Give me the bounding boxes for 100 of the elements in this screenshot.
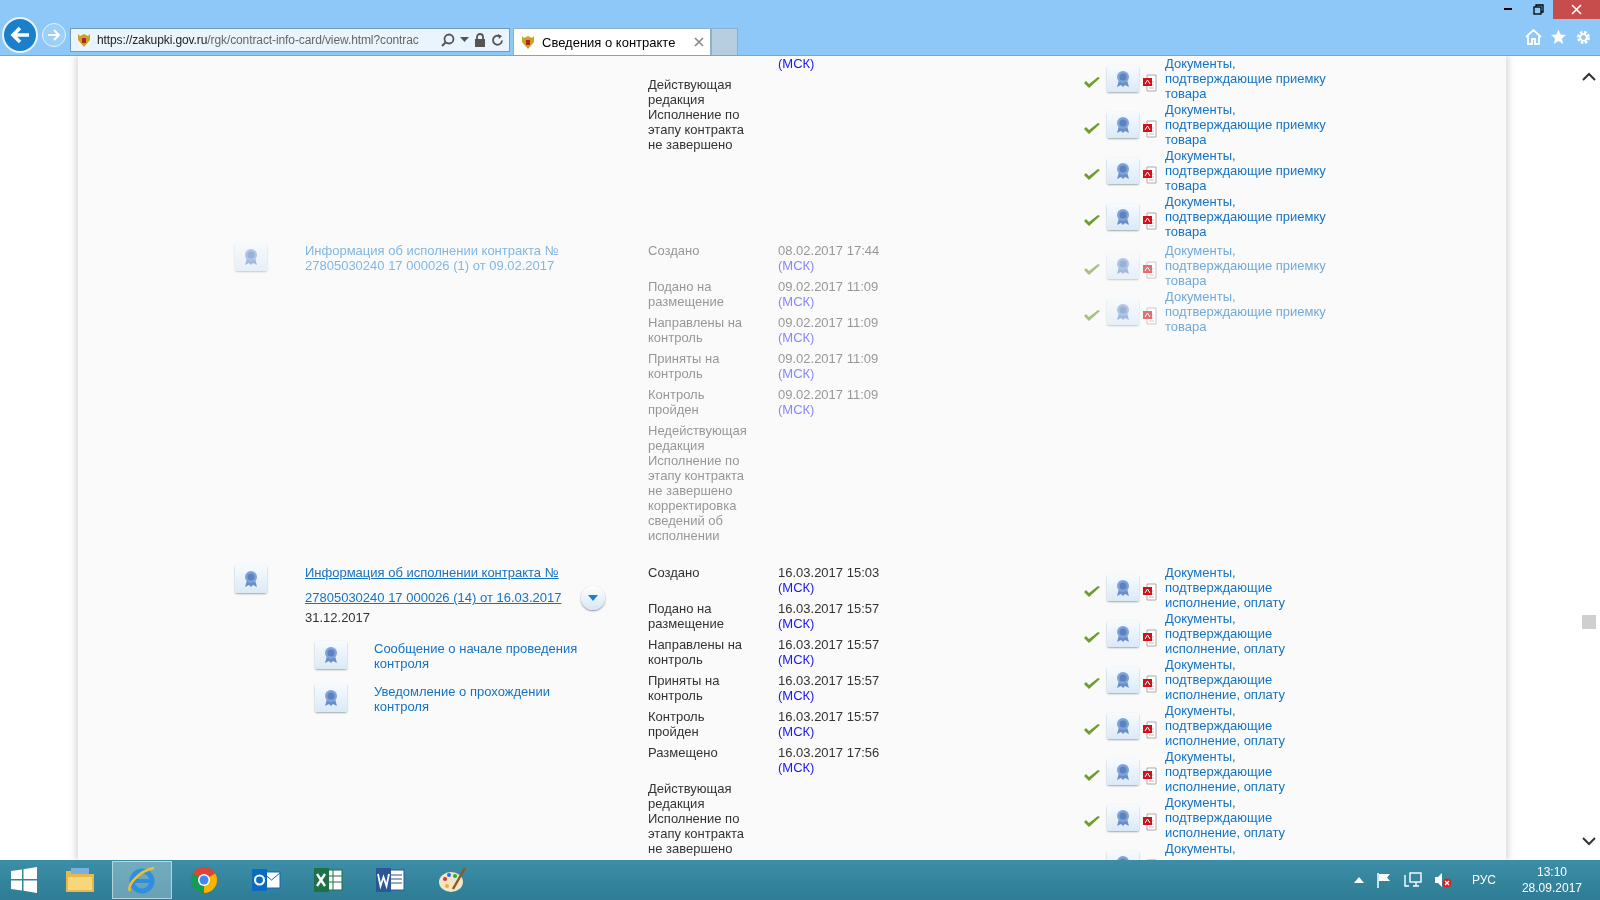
scroll-down-icon[interactable] xyxy=(1582,837,1596,846)
pdf-file-icon[interactable] xyxy=(1143,259,1159,279)
language-indicator[interactable]: РУС xyxy=(1471,873,1496,887)
muted-speaker-icon[interactable] xyxy=(1433,872,1452,888)
network-icon[interactable] xyxy=(1403,872,1422,888)
caret-icon[interactable] xyxy=(460,37,469,43)
document-link[interactable]: Документы, подтверждающие исполнение, оплату xyxy=(1165,749,1330,794)
document-link[interactable]: Документы, подтверждающие исполнение, оплату xyxy=(1165,565,1330,610)
timezone-label: (МСК) xyxy=(778,402,815,417)
close-button[interactable] xyxy=(1553,0,1600,19)
document-link[interactable]: Документы, подтверждающие приемку товара xyxy=(1165,194,1330,239)
certificate-button[interactable] xyxy=(1107,299,1139,325)
document-link[interactable]: Документы, подтверждающие исполнение, оплату xyxy=(1165,703,1330,748)
lock-icon xyxy=(474,33,486,47)
document-link[interactable]: Сообщение о начале проведения контроля xyxy=(374,641,589,671)
status-label: Контроль пройден xyxy=(648,387,706,417)
minimize-icon xyxy=(1504,8,1512,10)
scroll-up-icon[interactable] xyxy=(1582,72,1596,81)
certificate-button[interactable] xyxy=(1107,759,1139,785)
status-date: 16.03.2017 17:56 xyxy=(778,745,880,760)
close-icon[interactable] xyxy=(694,37,704,47)
document-app-icon xyxy=(375,866,405,894)
timezone-label: (МСК) xyxy=(778,580,815,595)
rosette-icon xyxy=(1115,579,1131,597)
certificate-button[interactable] xyxy=(315,684,347,712)
search-icon[interactable] xyxy=(441,33,455,47)
tray-expand-icon[interactable] xyxy=(1353,877,1364,883)
timezone-label: (МСК) xyxy=(778,652,815,667)
rosette-icon xyxy=(1115,70,1131,88)
flag-icon[interactable] xyxy=(1375,872,1392,888)
back-button[interactable] xyxy=(2,17,38,53)
pdf-file-icon[interactable] xyxy=(1143,765,1159,785)
rosette-icon xyxy=(1115,303,1131,321)
certificate-button[interactable] xyxy=(235,243,267,271)
document-link[interactable]: Документы, подтверждающие приемку товара xyxy=(1165,102,1330,147)
clock[interactable]: 13:10 28.09.2017 xyxy=(1521,864,1582,896)
emblem-icon xyxy=(76,32,92,48)
pdf-file-icon[interactable] xyxy=(1143,118,1159,138)
checkmark-icon xyxy=(1083,815,1101,829)
browser-tab[interactable]: Сведения о контракте xyxy=(513,28,711,55)
document-link[interactable]: Документы, подтверждающие исполнение, оплату xyxy=(1165,795,1330,840)
close-icon xyxy=(1571,3,1582,15)
document-link[interactable]: Документы, подтверждающие исполнение, оплату xyxy=(1165,657,1330,702)
status-label: Направлены на контроль xyxy=(648,315,744,345)
certificate-button[interactable] xyxy=(1107,204,1139,230)
rosette-icon xyxy=(1115,162,1131,180)
certificate-button[interactable] xyxy=(1107,253,1139,279)
pdf-file-icon[interactable] xyxy=(1143,719,1159,739)
rosette-icon xyxy=(323,646,339,664)
document-link[interactable]: Документы, подтверждающие приемку товара xyxy=(1165,243,1330,288)
rosette-icon xyxy=(1115,763,1131,781)
rosette-icon xyxy=(1115,116,1131,134)
rosette-icon xyxy=(1115,809,1131,827)
timezone-label: (МСК) xyxy=(778,724,815,739)
checkmark-icon xyxy=(1083,214,1101,228)
document-link[interactable]: Документы, подтверждающие приемку товара xyxy=(1165,289,1330,334)
document-link[interactable]: Документы, подтверждающие приемку товара xyxy=(1165,56,1330,101)
checkmark-icon xyxy=(1083,631,1101,645)
certificate-button[interactable] xyxy=(235,565,267,593)
pdf-file-icon[interactable] xyxy=(1143,210,1159,230)
pdf-file-icon[interactable] xyxy=(1143,627,1159,647)
certificate-button[interactable] xyxy=(315,641,347,669)
star-icon[interactable] xyxy=(1550,29,1567,45)
checkmark-icon xyxy=(1083,585,1101,599)
timezone-label: (МСК) xyxy=(778,56,815,71)
refresh-icon[interactable] xyxy=(491,33,504,47)
document-link[interactable]: Документы, xyxy=(1165,841,1330,856)
certificate-button[interactable] xyxy=(1107,713,1139,739)
status-label: Контроль пройден xyxy=(648,709,706,739)
document-link[interactable]: Уведомление о прохождении контроля xyxy=(374,684,589,714)
pdf-file-icon[interactable] xyxy=(1143,581,1159,601)
scroll-thumb[interactable] xyxy=(1582,615,1596,629)
pdf-file-icon[interactable] xyxy=(1143,673,1159,693)
pdf-file-icon[interactable] xyxy=(1143,164,1159,184)
expand-button[interactable] xyxy=(581,586,605,610)
document-link[interactable]: Документы, подтверждающие исполнение, оплату xyxy=(1165,611,1330,656)
checkmark-icon xyxy=(1083,168,1101,182)
certificate-button[interactable] xyxy=(1107,621,1139,647)
address-bar[interactable]: https://zakupki.gov.ru/rgk/contract-info-card/view.html?contrac xyxy=(70,28,510,52)
certificate-button[interactable] xyxy=(1107,66,1139,92)
certificate-button[interactable] xyxy=(1107,667,1139,693)
rosette-icon xyxy=(1115,257,1131,275)
certificate-button[interactable] xyxy=(1107,805,1139,831)
certificate-button[interactable] xyxy=(1107,112,1139,138)
certificate-button[interactable] xyxy=(1107,158,1139,184)
certificate-button[interactable] xyxy=(1107,575,1139,601)
status-label: Приняты на контроль xyxy=(648,351,721,381)
checkmark-icon xyxy=(1083,677,1101,691)
timezone-label: (МСК) xyxy=(778,330,815,345)
rosette-icon xyxy=(243,248,259,266)
rosette-icon xyxy=(1115,625,1131,643)
status-date: 08.02.2017 17:44 xyxy=(778,243,880,258)
pdf-file-icon[interactable] xyxy=(1143,305,1159,325)
edition-note: Действующая редакция Исполнение по этапу контракта не завершено xyxy=(648,781,746,856)
pdf-file-icon[interactable] xyxy=(1143,811,1159,831)
contract-info-link[interactable]: Информация об исполнении контракта № 27805030240 17 000026 (14) от 16.03.2017 xyxy=(305,560,563,610)
pdf-file-icon[interactable] xyxy=(1143,72,1159,92)
document-link[interactable]: Документы, подтверждающие приемку товара xyxy=(1165,148,1330,193)
rosette-icon xyxy=(1115,717,1131,735)
checkmark-icon xyxy=(1083,309,1101,323)
